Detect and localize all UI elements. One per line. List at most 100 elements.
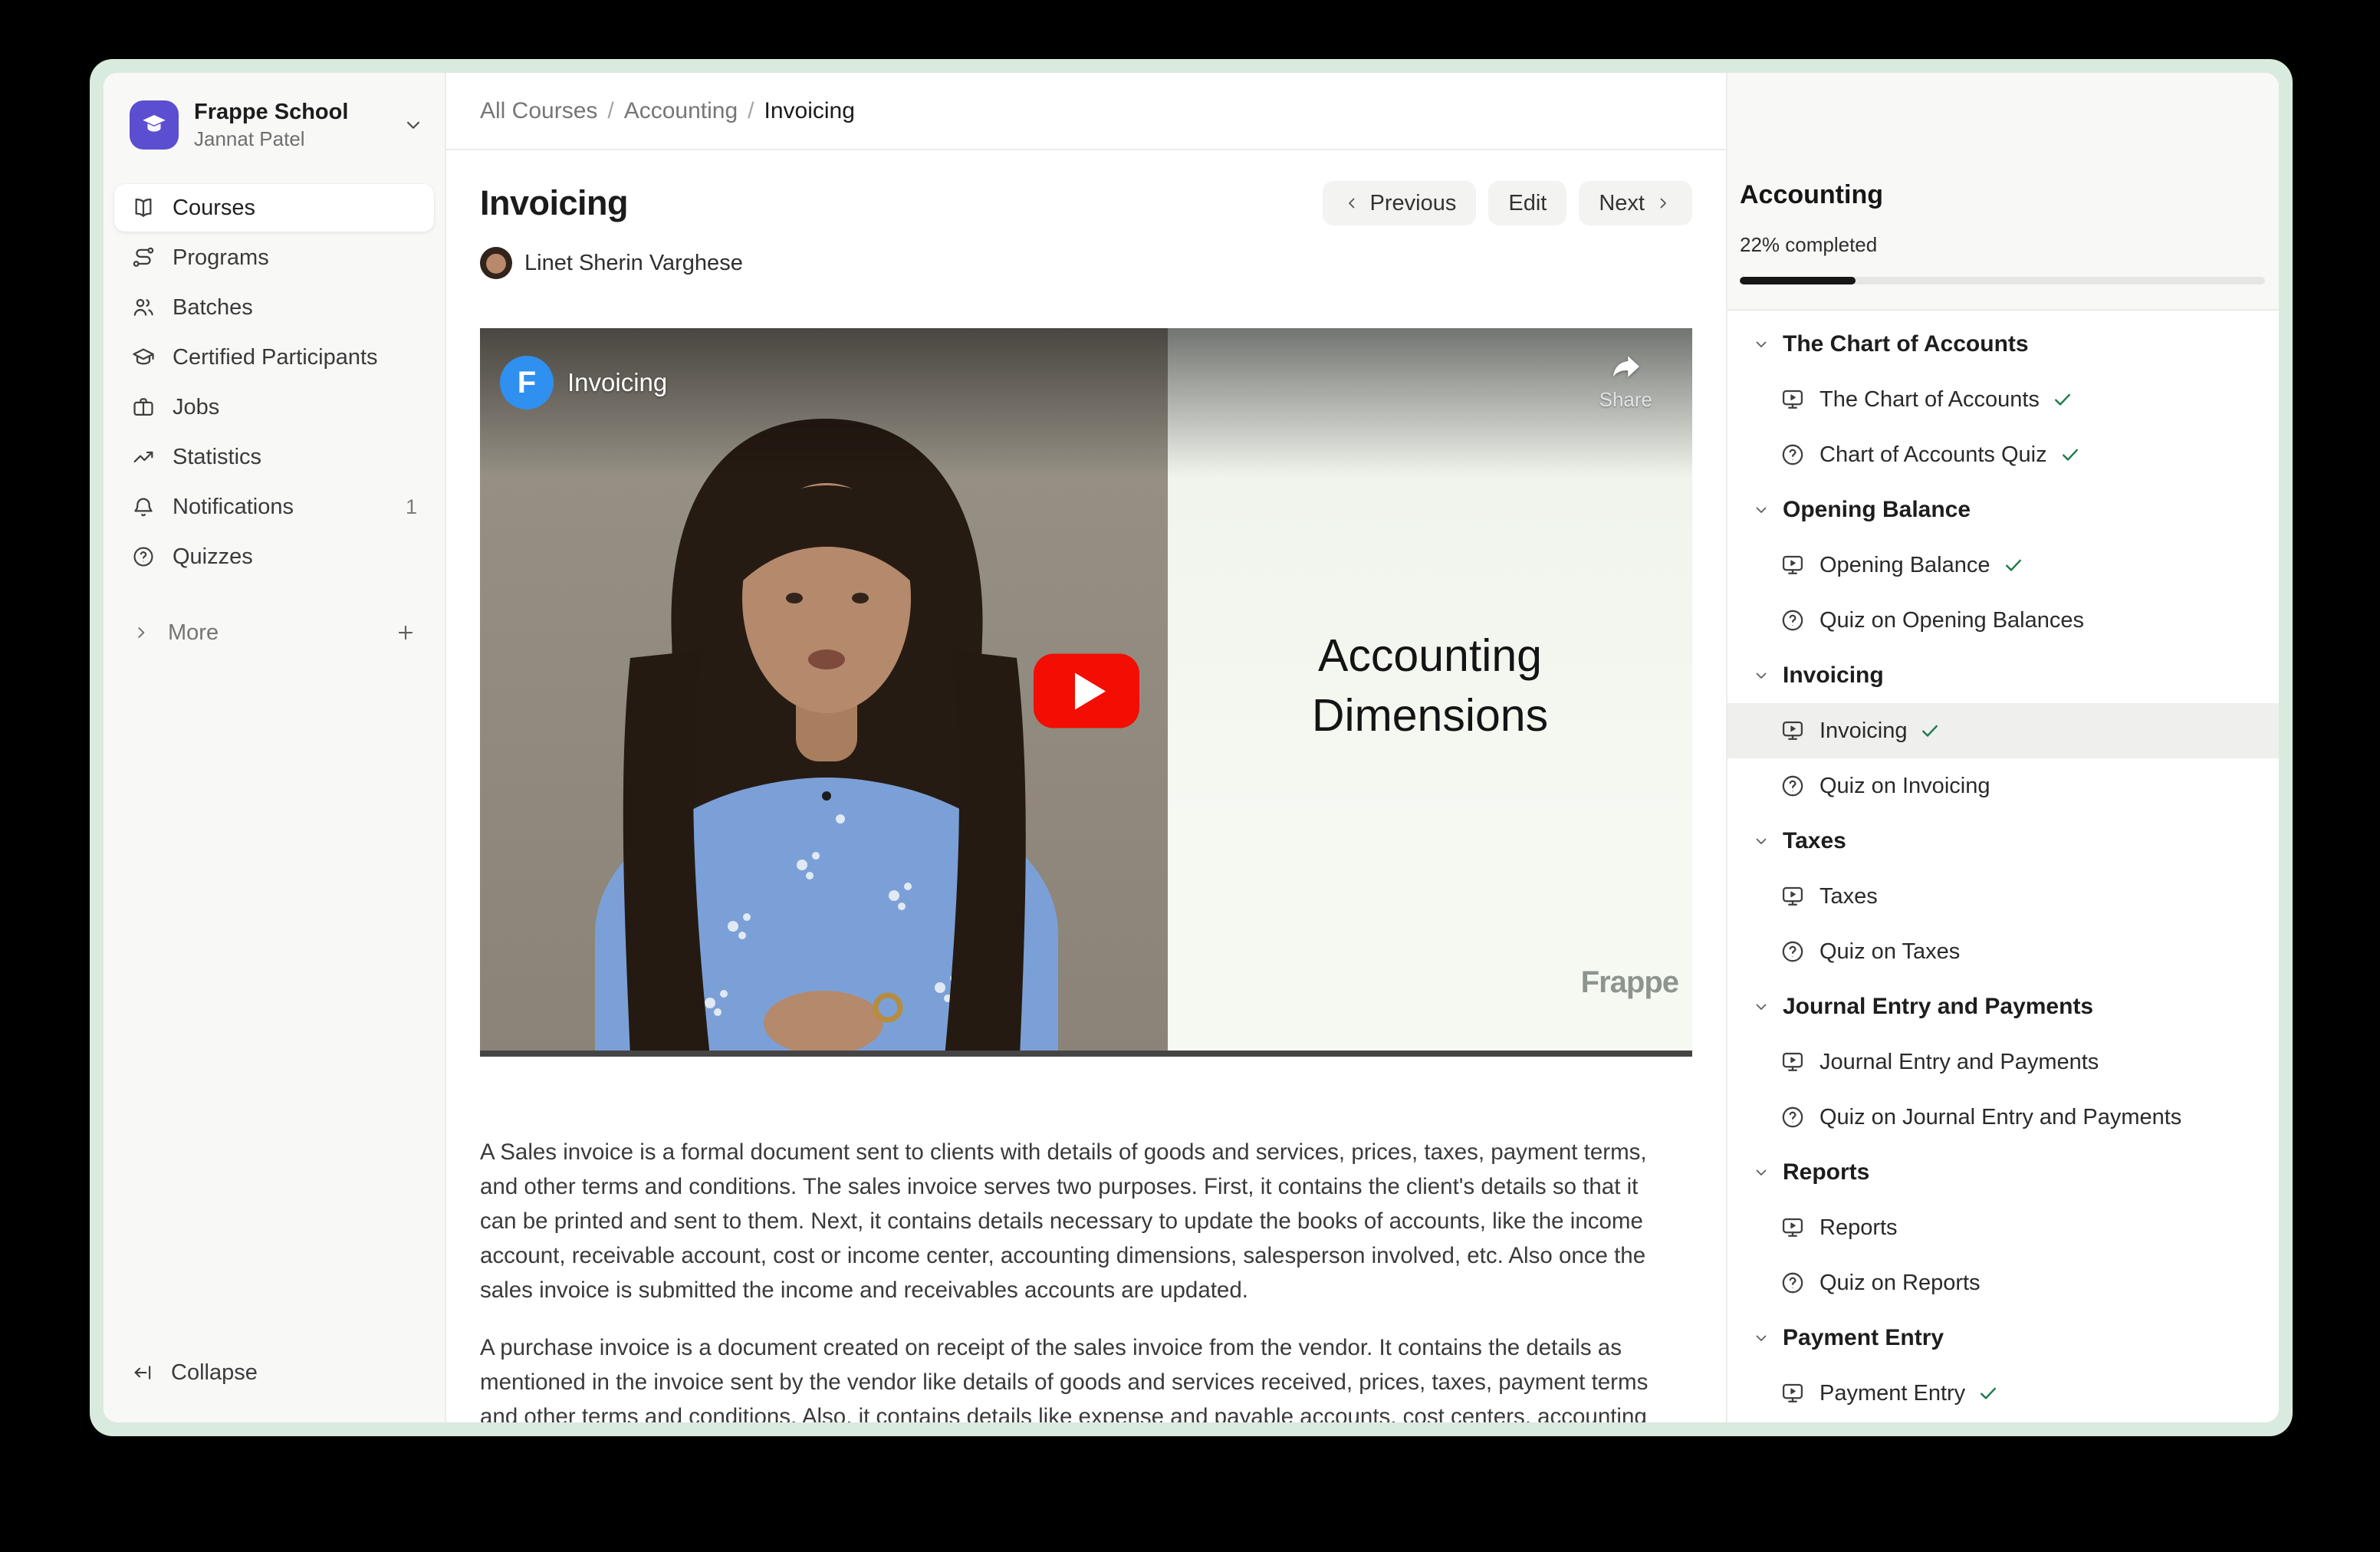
sidebar-item-batches[interactable]: Batches [114, 284, 434, 331]
lesson-label: Quiz on Opening Balances [1820, 608, 2084, 633]
lesson-label: Taxes [1820, 884, 1878, 909]
sidebar: Frappe School Jannat Patel Courses Progr… [104, 73, 446, 1422]
breadcrumb-current: Invoicing [764, 98, 855, 124]
lesson-label: Chart of Accounts Quiz [1820, 442, 2047, 468]
outline-chapter-reports[interactable]: Reports [1727, 1145, 2279, 1200]
slide-title: Accounting Dimensions [1312, 626, 1548, 745]
course-title: Accounting [1740, 180, 2265, 210]
workspace-labels: Frappe School Jannat Patel [194, 99, 348, 150]
outline-lesson-quiz-on-invoicing[interactable]: Quiz on Invoicing [1727, 758, 2279, 814]
video-lesson-icon [1780, 718, 1806, 744]
sidebar-item-statistics[interactable]: Statistics [114, 433, 434, 481]
outline-chapter-journal-entry-and-payments[interactable]: Journal Entry and Payments [1727, 979, 2279, 1034]
chapter-label: Taxes [1783, 828, 1846, 854]
graduation-cap-icon [131, 345, 156, 370]
outline-lesson-invoicing-active[interactable]: Invoicing [1727, 703, 2279, 758]
course-outline-panel: Accounting 22% completed The Chart of Ac… [1726, 73, 2279, 1422]
progress-fill [1740, 277, 1856, 284]
next-button[interactable]: Next [1579, 181, 1692, 225]
chevron-down-icon [1752, 1329, 1770, 1347]
sidebar-collapse-button[interactable]: Collapse [114, 1349, 434, 1396]
chapter-label: Opening Balance [1783, 497, 1971, 523]
video-titlebar: F Invoicing [500, 356, 667, 409]
check-icon [1919, 720, 1941, 741]
chevron-down-icon [402, 113, 425, 136]
video-progress-strip[interactable] [480, 1051, 1692, 1057]
sidebar-item-label: Certified Participants [173, 345, 378, 370]
chevron-down-icon [1752, 335, 1770, 353]
sidebar-item-programs[interactable]: Programs [114, 234, 434, 281]
course-outline: The Chart of Accounts The Chart of Accou… [1727, 311, 2279, 1422]
chevron-down-icon [1752, 666, 1770, 685]
workspace-switcher[interactable]: Frappe School Jannat Patel [130, 99, 425, 150]
outline-lesson-opening-balance[interactable]: Opening Balance [1727, 538, 2279, 593]
outline-lesson-chart-of-accounts-quiz[interactable]: Chart of Accounts Quiz [1727, 427, 2279, 482]
sidebar-item-certified-participants[interactable]: Certified Participants [114, 334, 434, 381]
outline-lesson-quiz-on-journal-entry-and-payments[interactable]: Quiz on Journal Entry and Payments [1727, 1090, 2279, 1145]
screen: Frappe School Jannat Patel Courses Progr… [0, 0, 2380, 1552]
user-name: Jannat Patel [194, 127, 348, 150]
video-share-button[interactable]: Share [1599, 348, 1652, 412]
outline-chapter-payment-entry[interactable]: Payment Entry [1727, 1310, 2279, 1366]
users-icon [131, 295, 156, 320]
youtube-video-player[interactable]: Accounting Dimensions F Invoicing [480, 328, 1692, 1057]
video-title[interactable]: Invoicing [567, 368, 667, 397]
youtube-play-button[interactable] [1034, 654, 1139, 728]
collapse-label: Collapse [171, 1360, 258, 1386]
lesson-label: Quiz on Invoicing [1820, 774, 1990, 799]
outline-chapter-taxes[interactable]: Taxes [1727, 814, 2279, 869]
page-title: Invoicing [480, 183, 628, 223]
lesson-paragraph: A purchase invoice is a document created… [480, 1330, 1670, 1422]
course-progress-header: Accounting 22% completed [1727, 73, 2279, 311]
author-row: Linet Sherin Varghese [480, 247, 1692, 279]
outline-lesson-quiz-on-taxes[interactable]: Quiz on Taxes [1727, 924, 2279, 979]
check-icon [1977, 1383, 1999, 1404]
frappe-channel-logo[interactable]: F [500, 356, 554, 409]
sidebar-item-courses[interactable]: Courses [114, 184, 434, 232]
slide-title-line1: Accounting [1312, 626, 1548, 686]
breadcrumb-accounting[interactable]: Accounting [624, 98, 738, 124]
notification-count-badge: 1 [406, 495, 417, 519]
chevron-right-icon [1654, 194, 1672, 212]
sidebar-item-jobs[interactable]: Jobs [114, 383, 434, 431]
outline-lesson-payment-entry[interactable]: Payment Entry [1727, 1366, 2279, 1421]
sidebar-spacer [114, 656, 434, 1349]
sidebar-menu: Courses Programs Batches Certified Parti… [114, 184, 434, 583]
outline-chapter-the-chart-of-accounts[interactable]: The Chart of Accounts [1727, 317, 2279, 372]
chapter-label: Reports [1783, 1159, 1869, 1185]
outline-lesson-quiz-on-reports[interactable]: Quiz on Reports [1727, 1255, 2279, 1310]
share-arrow-icon [1607, 348, 1644, 385]
outline-chapter-invoicing[interactable]: Invoicing [1727, 648, 2279, 703]
breadcrumb-separator: / [607, 98, 613, 124]
lesson-label: Payment Entry [1820, 1381, 1965, 1406]
breadcrumb-all-courses[interactable]: All Courses [480, 98, 597, 124]
sidebar-item-quizzes[interactable]: Quizzes [114, 533, 434, 580]
chapter-label: Journal Entry and Payments [1783, 994, 2093, 1020]
outline-lesson-taxes[interactable]: Taxes [1727, 869, 2279, 924]
sidebar-item-notifications[interactable]: Notifications 1 [114, 483, 434, 531]
outline-lesson-the-chart-of-accounts[interactable]: The Chart of Accounts [1727, 372, 2279, 427]
app-window: Frappe School Jannat Patel Courses Progr… [90, 59, 2293, 1436]
outline-chapter-opening-balance[interactable]: Opening Balance [1727, 482, 2279, 538]
previous-button[interactable]: Previous [1323, 181, 1477, 225]
sidebar-more-toggle[interactable]: More [114, 609, 434, 656]
sidebar-item-label: Notifications [173, 495, 294, 520]
lesson-label: The Chart of Accounts [1820, 387, 2040, 413]
briefcase-icon [131, 395, 156, 419]
chevron-down-icon [1752, 998, 1770, 1016]
trending-up-icon [131, 445, 156, 469]
plus-icon[interactable] [394, 621, 417, 644]
outline-lesson-quiz-on-opening-balances[interactable]: Quiz on Opening Balances [1727, 593, 2279, 648]
lesson-nav-buttons: Previous Edit Next [1323, 181, 1692, 225]
route-icon [131, 245, 156, 270]
edit-button[interactable]: Edit [1488, 181, 1566, 225]
lesson-content: Invoicing Previous Edit Next [446, 150, 1726, 1422]
video-lesson-icon [1780, 552, 1806, 578]
frappe-school-logo [130, 100, 179, 150]
outline-lesson-journal-entry-and-payments[interactable]: Journal Entry and Payments [1727, 1034, 2279, 1090]
progress-label: 22% completed [1740, 233, 2265, 257]
outline-lesson-reports[interactable]: Reports [1727, 1200, 2279, 1255]
chevron-down-icon [1752, 832, 1770, 850]
brand-name: Frappe School [194, 99, 348, 125]
breadcrumb-bar: All Courses / Accounting / Invoicing [446, 73, 1726, 150]
